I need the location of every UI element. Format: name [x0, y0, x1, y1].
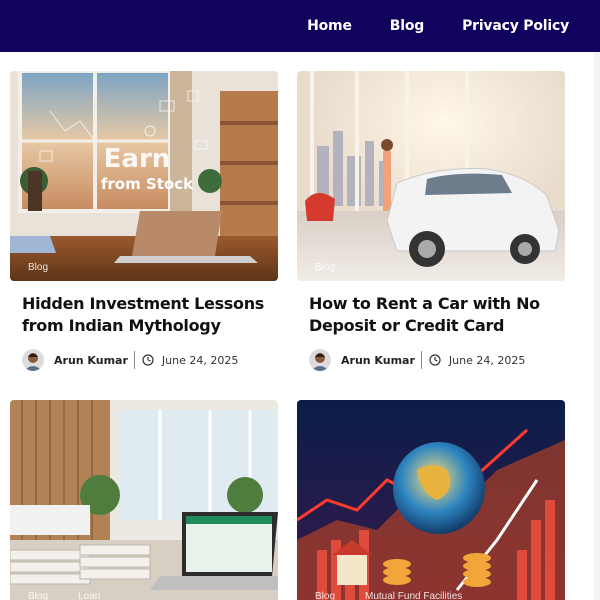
post-thumbnail[interactable]: Blog Loan — [10, 400, 278, 600]
tag-list: Blog — [28, 262, 48, 273]
post-meta: Arun Kumar June 24, 2025 — [10, 349, 278, 371]
tag-list: Blog Loan — [28, 591, 100, 600]
main-nav: Home Blog Privacy Policy — [307, 0, 569, 52]
post-title[interactable]: Hidden Investment Lessons from Indian My… — [10, 293, 278, 337]
category-tag[interactable]: Blog — [28, 262, 48, 273]
author-name[interactable]: Arun Kumar — [341, 354, 415, 367]
tag-list: Blog Mutual Fund Facilities — [315, 591, 462, 600]
category-tag[interactable]: Loan — [78, 591, 100, 600]
post-card[interactable]: Blog Mutual Fund Facilities — [297, 400, 565, 600]
meta-divider — [133, 351, 135, 369]
clock-icon — [142, 354, 154, 366]
site-header: Home Blog Privacy Policy — [0, 0, 600, 52]
avatar[interactable] — [22, 349, 44, 371]
nav-link-privacy-policy[interactable]: Privacy Policy — [462, 18, 569, 34]
category-tag[interactable]: Blog — [315, 591, 335, 600]
post-thumbnail-image — [297, 400, 565, 600]
post-thumbnail-image — [10, 400, 278, 600]
page-scrollbar[interactable] — [594, 52, 600, 600]
category-tag[interactable]: Mutual Fund Facilities — [365, 591, 462, 600]
image-caption-from-stock: from Stock — [101, 175, 194, 193]
tag-list: Blog — [315, 262, 335, 273]
nav-link-blog[interactable]: Blog — [390, 18, 425, 34]
author-name[interactable]: Arun Kumar — [54, 354, 128, 367]
post-title[interactable]: How to Rent a Car with No Deposit or Cre… — [297, 293, 565, 337]
post-meta: Arun Kumar June 24, 2025 — [297, 349, 565, 371]
clock-icon — [429, 354, 441, 366]
post-date: June 24, 2025 — [161, 353, 239, 367]
post-date: June 24, 2025 — [448, 353, 526, 367]
category-tag[interactable]: Blog — [28, 591, 48, 600]
post-thumbnail-image: Earn from Stock — [10, 71, 278, 281]
post-thumbnail[interactable]: Earn from Stock Blog — [10, 71, 278, 281]
post-card[interactable]: Blog Loan — [10, 400, 278, 600]
post-thumbnail[interactable]: Blog Mutual Fund Facilities — [297, 400, 565, 600]
post-thumbnail-image — [297, 71, 565, 281]
post-card[interactable]: Blog How to Rent a Car with No Deposit o… — [297, 71, 565, 371]
image-caption-earn: Earn — [104, 144, 171, 174]
meta-divider — [420, 351, 422, 369]
avatar[interactable] — [309, 349, 331, 371]
post-card[interactable]: Earn from Stock Blog Hidden Investment L… — [10, 71, 278, 371]
nav-link-home[interactable]: Home — [307, 18, 352, 34]
post-thumbnail[interactable]: Blog — [297, 71, 565, 281]
category-tag[interactable]: Blog — [315, 262, 335, 273]
